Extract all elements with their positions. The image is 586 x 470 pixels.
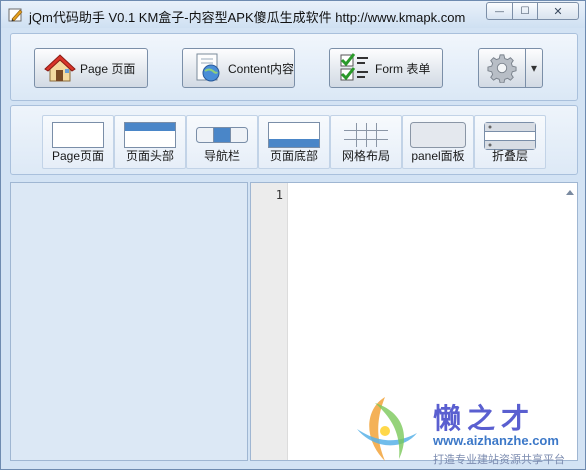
app-icon [8,8,23,22]
checklist-icon [340,53,368,81]
window-title: jQm代码助手 V0.1 KM盒子-内容型APK傻瓜生成软件 http://ww… [29,10,466,25]
close-icon: ✕ [553,5,563,18]
vertical-scrollbar[interactable] [563,183,577,460]
app-window: jQm代码助手 V0.1 KM盒子-内容型APK傻瓜生成软件 http://ww… [0,0,586,470]
component-header[interactable]: 页面头部 [114,115,186,169]
form-button[interactable]: Form 表单 [329,48,443,88]
line-number-gutter: 1 [251,183,288,460]
maximize-icon: ☐ [520,5,530,17]
minimize-button[interactable]: — [486,2,512,20]
code-editor[interactable]: 1 [250,182,578,461]
component-label: 折叠层 [491,149,528,163]
page-icon [52,122,104,148]
form-button-label: Form 表单 [375,61,431,76]
settings-dropdown-button[interactable]: ▾ [525,48,543,88]
settings-button[interactable] [478,48,526,88]
footer-icon [268,122,320,148]
component-label: 导航栏 [203,149,240,163]
scroll-up-arrow-icon[interactable] [566,190,574,195]
navbar-icon [196,127,248,143]
component-label: 页面头部 [125,149,174,163]
gear-icon [487,54,517,83]
component-footer[interactable]: 页面底部 [258,115,330,169]
chevron-down-icon: ▾ [530,61,538,75]
panel-icon [410,122,466,148]
grid-icon [344,123,388,147]
page-button-label: Page 页面 [80,61,136,76]
title-bar: jQm代码助手 V0.1 KM盒子-内容型APK傻瓜生成软件 http://ww… [1,1,585,28]
component-tree-panel[interactable] [10,182,248,461]
component-collapsible[interactable]: 折叠层 [474,115,546,169]
house-icon [44,54,76,82]
component-label: Page页面 [51,149,105,163]
maximize-button[interactable]: ☐ [512,2,537,20]
component-navbar[interactable]: 导航栏 [186,115,258,169]
component-grid[interactable]: 网格布局 [330,115,402,169]
minimize-icon: — [495,6,504,16]
content-button[interactable]: Content内容 [182,48,295,88]
component-label: panel面板 [411,149,465,163]
component-page[interactable]: Page页面 [42,115,114,169]
component-label: 页面底部 [269,149,318,163]
component-toolbar: Page页面 页面头部 导航栏 页面底部 网格布局 panel面板 折叠层 [10,105,578,175]
document-globe-icon [196,53,220,82]
content-button-label: Content内容 [228,61,295,76]
component-panel[interactable]: panel面板 [402,115,474,169]
main-toolbar: Page 页面 Content内容 Form 表单 ▾ [10,33,578,101]
header-icon [124,122,176,148]
page-button[interactable]: Page 页面 [34,48,148,88]
line-number: 1 [275,188,283,202]
component-label: 网格布局 [341,149,390,163]
collapsible-icon [484,122,536,150]
close-button[interactable]: ✕ [537,2,579,20]
